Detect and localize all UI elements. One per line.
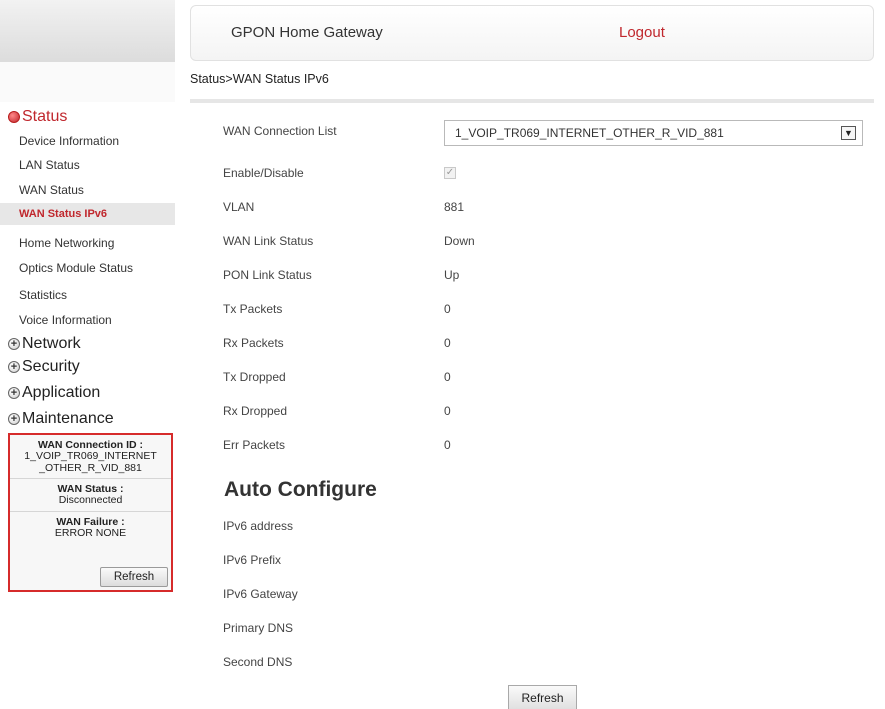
sidebar-item-wan-status-ipv6[interactable]: WAN Status IPv6 — [0, 203, 175, 225]
wan-failure-section: WAN Failure : ERROR NONE — [10, 512, 171, 544]
enable-disable-label: Enable/Disable — [223, 166, 304, 180]
plus-icon: + — [8, 338, 20, 350]
sidebar-category-label: Security — [22, 358, 80, 375]
status-icon — [8, 111, 20, 123]
wan-status-value: Disconnected — [58, 494, 123, 507]
sidebar-category-status[interactable]: Status — [8, 106, 67, 128]
vlan-value: 881 — [444, 200, 465, 214]
sidebar-category-maintenance[interactable]: + Maintenance — [8, 408, 114, 430]
sidebar-item-voice-information[interactable]: Voice Information — [19, 313, 112, 327]
wan-info-panel: WAN Connection ID : 1_VOIP_TR069_INTERNE… — [8, 433, 173, 592]
tx-packets-value: 0 — [444, 302, 451, 316]
ipv6-address-label: IPv6 address — [223, 519, 294, 533]
vlan-label: VLAN — [223, 200, 255, 214]
sidebar-category-label: Maintenance — [22, 410, 114, 427]
wan-connection-id-value-line1: 1_VOIP_TR069_INTERNET — [24, 450, 157, 462]
plus-icon: + — [8, 387, 20, 399]
wan-connection-select[interactable]: 1_VOIP_TR069_INTERNET_OTHER_R_VID_881 ▼ — [444, 120, 863, 146]
left-header-band — [0, 62, 175, 102]
wan-connection-select-value: 1_VOIP_TR069_INTERNET_OTHER_R_VID_881 — [455, 126, 724, 140]
ipv6-gateway-label: IPv6 Gateway — [223, 587, 298, 601]
wan-failure-value: ERROR NONE — [54, 526, 127, 539]
plus-icon: + — [8, 413, 20, 425]
wan-link-status-value: Down — [444, 234, 475, 248]
tx-dropped-label: Tx Dropped — [223, 370, 286, 384]
sidebar-item-home-networking[interactable]: Home Networking — [19, 236, 114, 250]
refresh-button[interactable]: Refresh — [508, 685, 577, 709]
err-packets-value: 0 — [444, 438, 451, 452]
wan-connection-id-value-line2: _OTHER_R_VID_881 — [39, 461, 142, 474]
rx-packets-label: Rx Packets — [223, 336, 284, 350]
tx-dropped-value: 0 — [444, 370, 451, 384]
tx-packets-label: Tx Packets — [223, 302, 283, 316]
wan-link-status-label: WAN Link Status — [223, 234, 314, 248]
app-title: GPON Home Gateway — [231, 24, 383, 41]
err-packets-label: Err Packets — [223, 438, 286, 452]
sidebar-category-application[interactable]: + Application — [8, 382, 100, 404]
rx-packets-value: 0 — [444, 336, 451, 350]
sidebar-category-security[interactable]: + Security — [8, 356, 80, 378]
header-divider — [190, 99, 874, 103]
ipv6-prefix-label: IPv6 Prefix — [223, 553, 282, 567]
sidebar-refresh-button[interactable]: Refresh — [100, 567, 168, 587]
rx-dropped-value: 0 — [444, 404, 451, 418]
plus-icon: + — [8, 361, 20, 373]
sidebar-item-device-information[interactable]: Device Information — [19, 134, 119, 148]
pon-link-status-label: PON Link Status — [223, 268, 312, 282]
chevron-down-icon[interactable]: ▼ — [841, 126, 856, 140]
primary-dns-label: Primary DNS — [223, 621, 294, 635]
sidebar-category-label: Network — [22, 335, 81, 352]
sidebar-item-wan-status[interactable]: WAN Status — [19, 183, 84, 197]
sidebar-item-lan-status[interactable]: LAN Status — [19, 158, 80, 172]
sidebar-category-network[interactable]: + Network — [8, 333, 81, 355]
second-dns-label: Second DNS — [223, 655, 293, 669]
enable-checkbox[interactable]: ✓ — [444, 167, 456, 179]
wan-connection-id-section: WAN Connection ID : 1_VOIP_TR069_INTERNE… — [10, 435, 171, 480]
wan-failure-label: WAN Failure : — [56, 515, 125, 528]
left-header-block — [0, 0, 175, 62]
sidebar-item-optics-module-status[interactable]: Optics Module Status — [19, 261, 133, 275]
sidebar-category-label: Application — [22, 384, 101, 401]
sidebar-category-label: Status — [22, 108, 68, 125]
top-header: GPON Home Gateway Logout — [190, 5, 874, 61]
wan-connection-list-label: WAN Connection List — [223, 124, 337, 138]
pon-link-status-value: Up — [444, 268, 460, 282]
auto-configure-heading: Auto Configure — [224, 478, 377, 501]
wan-status-section: WAN Status : Disconnected — [10, 479, 171, 512]
breadcrumb: Status>WAN Status IPv6 — [190, 72, 329, 86]
rx-dropped-label: Rx Dropped — [223, 404, 288, 418]
sidebar-item-statistics[interactable]: Statistics — [19, 288, 67, 302]
logout-link[interactable]: Logout — [619, 24, 665, 41]
